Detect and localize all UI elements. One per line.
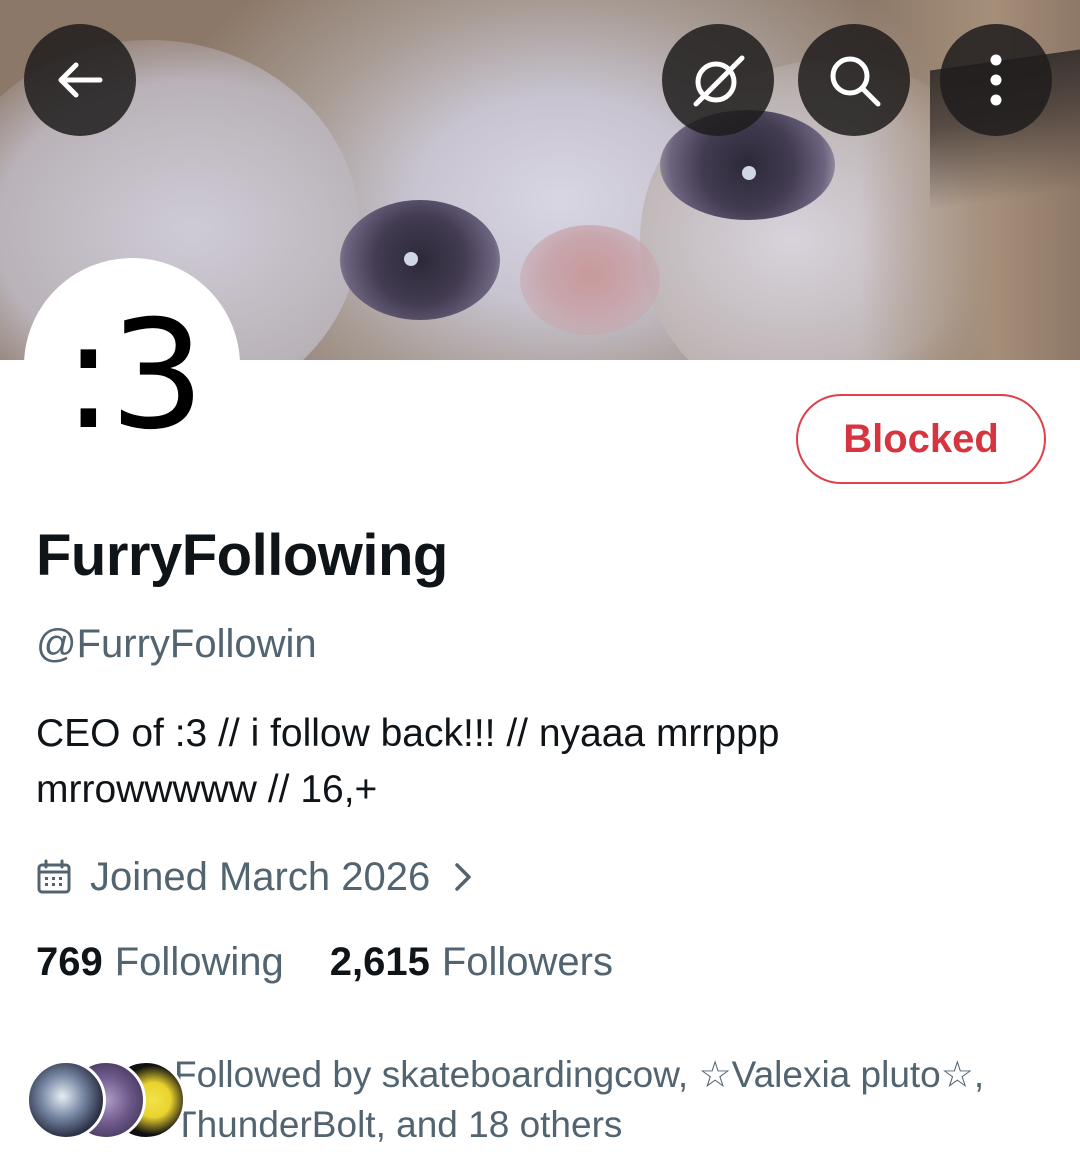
profile-bio: CEO of :3 // i follow back!!! // nyaaa m… [36, 706, 996, 818]
joined-date-text: Joined March 2026 [90, 854, 431, 899]
followers-count: 2,615 [329, 940, 430, 984]
followed-by-line: ThunderBolt, and 18 others [174, 1104, 623, 1145]
back-button[interactable] [24, 24, 136, 136]
followed-by-row[interactable]: Followed by skateboardingcow, ☆Valexia p… [26, 1050, 1066, 1150]
search-icon [830, 56, 881, 107]
blocked-button[interactable]: Blocked [796, 394, 1046, 484]
joined-date-row[interactable]: Joined March 2026 [36, 852, 474, 902]
followers-label: Followers [441, 940, 613, 984]
grok-icon [693, 55, 745, 107]
banner-cat-nose [520, 225, 660, 335]
following-label: Following [114, 940, 284, 984]
followed-by-text: Followed by skateboardingcow, ☆Valexia p… [174, 1050, 1054, 1150]
banner-cat-eye-left [340, 200, 500, 320]
followers-stat[interactable]: 2,615 Followers [330, 940, 613, 985]
more-vertical-icon [990, 54, 1002, 106]
more-options-button[interactable] [940, 24, 1052, 136]
following-count: 769 [36, 940, 103, 984]
display-name: FurryFollowing [36, 523, 448, 588]
avatar-text: :3 [63, 289, 205, 463]
bio-line: mrrowwwww // 16,+ [36, 768, 378, 811]
user-handle: @FurryFollowin [36, 622, 317, 666]
following-stat[interactable]: 769 Following [36, 940, 284, 985]
bio-line: CEO of :3 // i follow back!!! // nyaaa m… [36, 712, 780, 755]
follow-stats: 769 Following 2,615 Followers [36, 940, 659, 985]
follower-avatar [26, 1060, 106, 1140]
chevron-right-icon [452, 860, 474, 894]
followed-by-line: Followed by skateboardingcow, ☆Valexia p… [174, 1054, 985, 1095]
avatar[interactable]: :3 [24, 258, 240, 474]
search-button[interactable] [798, 24, 910, 136]
grok-button[interactable] [662, 24, 774, 136]
calendar-icon [36, 859, 72, 895]
arrow-left-icon [58, 62, 103, 98]
